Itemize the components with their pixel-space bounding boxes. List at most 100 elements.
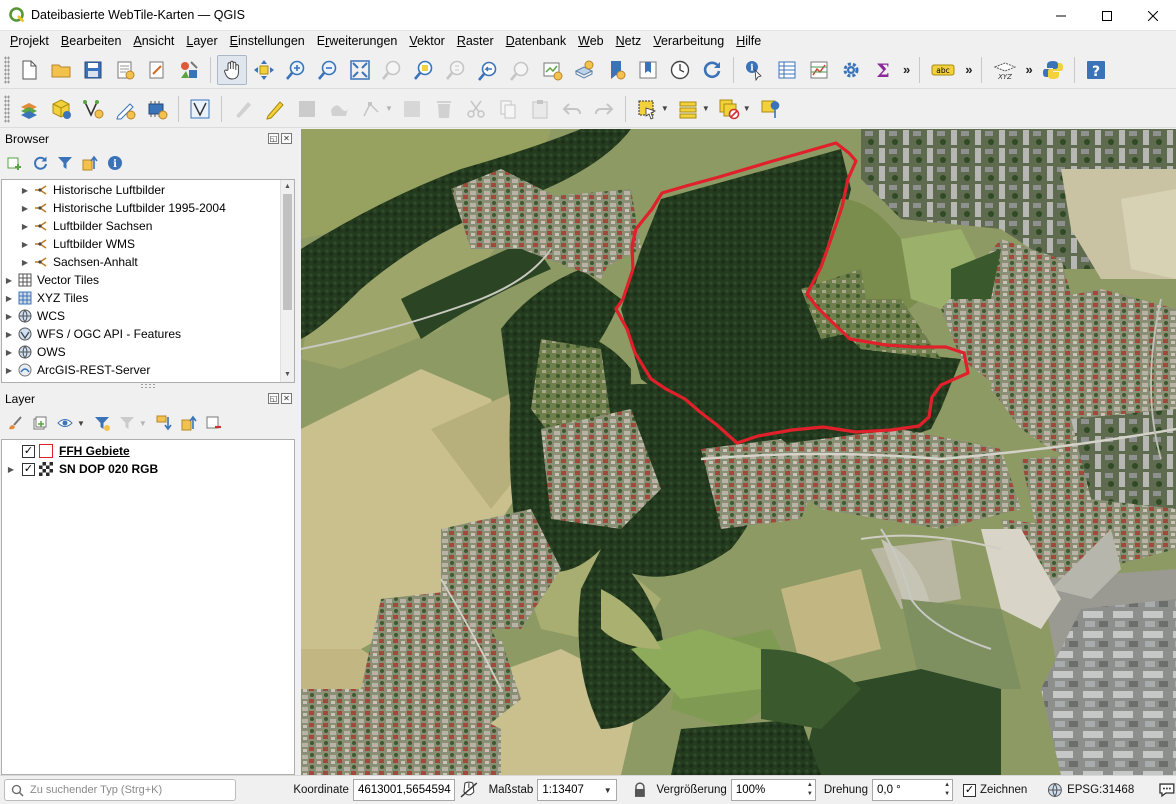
help-button[interactable]: ? [1081, 55, 1111, 85]
expand-arrow-icon[interactable]: ▶ [20, 186, 30, 195]
open-attribute-table-button[interactable] [772, 55, 802, 85]
zoom-out-button[interactable] [313, 55, 343, 85]
enable-properties-button[interactable]: i [104, 152, 126, 174]
zoom-in-button[interactable] [281, 55, 311, 85]
new-virtual-layer-button[interactable] [142, 94, 172, 124]
spin-arrows-icon[interactable]: ▲ ▼ [807, 781, 813, 799]
deselect-dropdown[interactable]: ▼ [743, 104, 751, 113]
zoom-native-button[interactable] [441, 55, 471, 85]
collapse-all-button[interactable] [79, 152, 101, 174]
browser-float-button[interactable]: ◱ [268, 133, 279, 144]
menu-web[interactable]: Web [572, 31, 609, 51]
menu-raster[interactable]: Raster [451, 31, 500, 51]
lock-icon[interactable] [633, 782, 647, 798]
deselect-features-button[interactable] [714, 94, 744, 124]
open-project-button[interactable] [46, 55, 76, 85]
browser-item[interactable]: ▶ Historische Luftbilder [20, 181, 165, 199]
select-by-value-button[interactable] [673, 94, 703, 124]
expand-arrow-icon[interactable]: ▶ [4, 330, 14, 339]
statistical-summary-button[interactable] [804, 55, 834, 85]
new-map-view-button[interactable] [537, 55, 567, 85]
visibility-dropdown[interactable]: ▼ [77, 419, 85, 428]
redo-button[interactable] [589, 94, 619, 124]
style-manager-button[interactable] [174, 55, 204, 85]
spatial-bookmark-button[interactable] [601, 55, 631, 85]
zoom-to-layer-button[interactable] [409, 55, 439, 85]
new-print-layout-button[interactable] [110, 55, 140, 85]
layer-item[interactable]: ▶ ✓ SN DOP 020 RGB [6, 460, 158, 478]
minimize-button[interactable] [1038, 0, 1084, 31]
toolbar-grip[interactable] [4, 55, 10, 84]
browser-item[interactable]: ▶ Luftbilder WMS [20, 235, 135, 253]
layer-visibility-checkbox[interactable]: ✓ [22, 444, 35, 458]
scale-combobox[interactable]: 1:13407 ▼ [537, 779, 617, 801]
filter-by-expression-button[interactable] [116, 412, 138, 434]
browser-item[interactable]: ▶ OWS [4, 343, 66, 361]
save-project-button[interactable] [78, 55, 108, 85]
toolbar-overflow-button[interactable]: » [903, 62, 910, 77]
select-by-value-dropdown[interactable]: ▼ [702, 104, 710, 113]
expand-arrow-icon[interactable]: ▶ [20, 222, 30, 231]
layer-tree[interactable]: ✓ FFH Gebiete ▶ ✓ SN DOP 020 RGB [1, 439, 295, 775]
delete-selected-button[interactable] [429, 94, 459, 124]
close-button[interactable] [1130, 0, 1176, 31]
undo-button[interactable] [557, 94, 587, 124]
manage-visibility-button[interactable] [54, 412, 76, 434]
spin-arrows-icon[interactable]: ▲ ▼ [944, 781, 950, 799]
layer-visibility-checkbox[interactable]: ✓ [22, 462, 35, 476]
layers-float-button[interactable]: ◱ [268, 393, 279, 404]
expand-arrow-icon[interactable]: ▶ [20, 204, 30, 213]
maximize-button[interactable] [1084, 0, 1130, 31]
map-canvas[interactable] [301, 129, 1176, 775]
toolbar-grip[interactable] [4, 94, 10, 123]
browser-scrollbar[interactable]: ▲ ▼ [280, 180, 294, 382]
expand-arrow-icon[interactable]: ▶ [4, 312, 14, 321]
layout-manager-button[interactable] [142, 55, 172, 85]
modify-attributes-button[interactable] [397, 94, 427, 124]
browser-item[interactable]: ▶ Luftbilder Sachsen [20, 217, 152, 235]
browser-item[interactable]: ▶ WCS [4, 307, 65, 325]
menu-ansicht[interactable]: Ansicht [127, 31, 180, 51]
pan-to-selection-button[interactable] [249, 55, 279, 85]
menu-netz[interactable]: Netz [610, 31, 648, 51]
add-layers-button[interactable] [4, 152, 26, 174]
toolbar-overflow-button[interactable]: » [1025, 62, 1032, 77]
zoom-to-selection-button[interactable] [377, 55, 407, 85]
new-geopackage-layer-button[interactable] [46, 94, 76, 124]
expand-arrow-icon[interactable]: ▶ [20, 258, 30, 267]
browser-item[interactable]: ▶ XYZ Tiles [4, 289, 88, 307]
expand-arrow-icon[interactable]: ▶ [6, 465, 16, 474]
filter-browser-button[interactable] [54, 152, 76, 174]
menu-projekt[interactable]: Projekt [4, 31, 55, 51]
messages-icon[interactable] [1158, 782, 1176, 798]
add-feature-button[interactable] [324, 94, 354, 124]
current-edits-button[interactable] [228, 94, 258, 124]
layers-close-button[interactable]: ✕ [281, 393, 292, 404]
vertex-tool-dropdown[interactable]: ▼ [385, 104, 393, 113]
vertex-tool-button[interactable] [356, 94, 386, 124]
settings-button[interactable] [836, 55, 866, 85]
menu-layer[interactable]: Layer [180, 31, 223, 51]
expand-arrow-icon[interactable]: ▶ [4, 348, 14, 357]
render-checkbox[interactable]: ✓ [963, 783, 976, 797]
menu-erweiterungen[interactable]: Erweiterungen [311, 31, 404, 51]
python-console-button[interactable] [1038, 55, 1068, 85]
browser-item[interactable]: ▶ ArcGIS-REST-Server [4, 361, 150, 379]
browser-item[interactable]: ▶ Historische Luftbilder 1995-2004 [20, 199, 226, 217]
toggle-editing-button[interactable] [260, 94, 290, 124]
coordinate-field[interactable]: 4613001,5654594 [352, 779, 455, 801]
new-3d-view-button[interactable] [569, 55, 599, 85]
menu-bearbeiten[interactable]: Bearbeiten [55, 31, 127, 51]
refresh-browser-button[interactable] [29, 152, 51, 174]
layer-item[interactable]: ✓ FFH Gebiete [6, 442, 130, 460]
cut-features-button[interactable] [461, 94, 491, 124]
scroll-thumb[interactable] [283, 194, 292, 310]
select-features-button[interactable] [632, 94, 662, 124]
add-xyz-layer-button[interactable]: XYZ [988, 55, 1020, 85]
mouse-extents-icon[interactable] [459, 780, 479, 800]
menu-verarbeitung[interactable]: Verarbeitung [647, 31, 730, 51]
paste-features-button[interactable] [525, 94, 555, 124]
expand-arrow-icon[interactable]: ▶ [20, 240, 30, 249]
zoom-last-button[interactable] [473, 55, 503, 85]
rotation-spinbox[interactable]: 0,0 ° ▲ ▼ [871, 779, 954, 801]
